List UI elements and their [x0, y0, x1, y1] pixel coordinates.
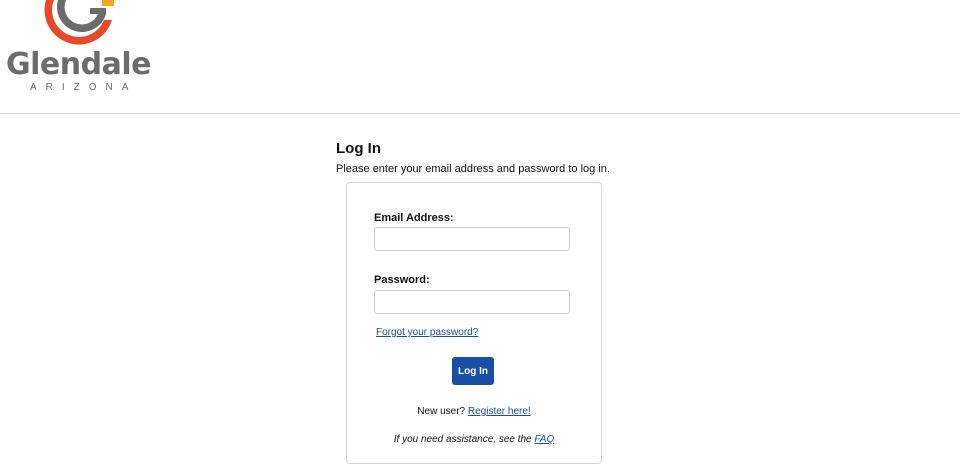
brand-name: Glendale	[6, 47, 151, 82]
site-header: Glendale ARIZONA	[0, 0, 960, 114]
login-form-card: Email Address: Password: Forgot your pas…	[346, 182, 602, 464]
faq-link[interactable]: FAQ	[534, 434, 554, 445]
assistance-text: If you need assistance, see the	[393, 434, 532, 445]
password-field[interactable]	[374, 290, 570, 314]
page-title: Log In	[336, 140, 381, 157]
email-label: Email Address:	[374, 212, 454, 224]
glendale-logo[interactable]: Glendale ARIZONA	[6, 0, 156, 100]
new-user-row: New user? Register here!	[347, 405, 601, 418]
register-link[interactable]: Register here!	[468, 406, 531, 417]
forgot-password-link[interactable]: Forgot your password?	[376, 326, 478, 339]
login-button[interactable]: Log In	[452, 357, 494, 385]
password-label: Password:	[374, 274, 430, 286]
new-user-text: New user?	[417, 406, 466, 417]
email-field[interactable]	[374, 227, 570, 251]
login-instructions: Please enter your email address and pass…	[336, 163, 610, 175]
assistance-row: If you need assistance, see the FAQ	[347, 433, 601, 446]
brand-subtitle: ARIZONA	[30, 82, 138, 93]
glendale-logo-icon	[44, 0, 114, 45]
